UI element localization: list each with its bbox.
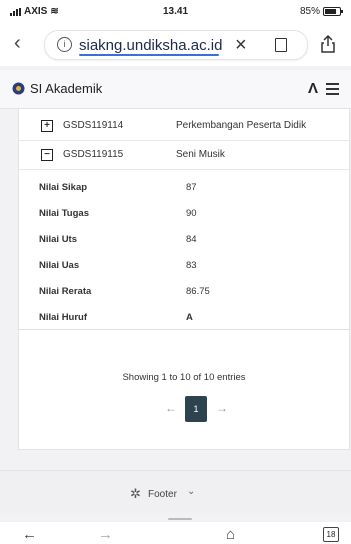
detail-value: 87 <box>186 182 197 193</box>
pagination: ← 1 → <box>19 396 349 422</box>
browser-toolbar: ← → ⌂ 18 <box>0 522 351 544</box>
course-row[interactable]: − GSDS119115 Seni Musik <box>19 140 349 170</box>
detail-label: Nilai Uas <box>39 260 80 271</box>
detail-value: A <box>186 312 193 323</box>
detail-label: Nilai Rerata <box>39 286 92 297</box>
page-1-button[interactable]: 1 <box>185 396 207 422</box>
battery-icon <box>323 7 343 16</box>
course-name: Perkembangan Peserta Didik <box>176 120 307 131</box>
detail-value: 90 <box>186 208 197 219</box>
prev-page-button[interactable]: ← <box>165 401 177 415</box>
detail-row: Nilai Uas 83 <box>19 253 349 279</box>
footer-settings-icon: ✲ <box>130 486 141 501</box>
footer-toggle[interactable]: ✲ Footer ⌄ <box>0 470 351 513</box>
clock: 13.41 <box>162 6 189 17</box>
app-logo-icon <box>12 82 25 95</box>
detail-label: Nilai Tugas <box>39 208 89 219</box>
collapse-icon[interactable]: − <box>41 149 53 161</box>
url-text[interactable]: siakng.undiksha.ac.id <box>79 37 222 54</box>
lambda-icon[interactable]: Λ <box>308 80 318 97</box>
share-icon[interactable] <box>318 34 338 54</box>
course-code: GSDS119115 <box>63 149 124 160</box>
info-icon[interactable]: i <box>57 37 72 52</box>
next-page-button[interactable]: → <box>216 401 228 415</box>
home-icon[interactable]: ⌂ <box>226 526 235 543</box>
course-name: Seni Musik <box>176 149 225 160</box>
course-grades-card: + GSDS119114 Perkembangan Peserta Didik … <box>18 108 350 450</box>
app-header: SI Akademik Λ <box>0 70 351 109</box>
detail-label: Nilai Huruf <box>39 312 88 323</box>
expand-icon[interactable]: + <box>41 120 53 132</box>
battery-indicator: 85% <box>299 6 343 17</box>
detail-label: Nilai Sikap <box>39 182 88 193</box>
clear-url-icon[interactable]: × <box>235 34 247 57</box>
app-title[interactable]: SI Akademik <box>30 81 102 96</box>
url-underline <box>79 54 219 56</box>
drag-handle[interactable] <box>168 518 192 520</box>
browser-address-bar: ‹ i siakng.undiksha.ac.id × <box>0 22 351 66</box>
menu-icon[interactable] <box>326 83 339 98</box>
course-row[interactable]: + GSDS119114 Perkembangan Peserta Didik <box>19 111 349 141</box>
grade-details: Nilai Sikap 87 Nilai Tugas 90 Nilai Uts … <box>19 169 349 330</box>
browser-back-icon[interactable]: ‹ <box>14 32 21 55</box>
course-code: GSDS119114 <box>63 120 124 131</box>
detail-row: Nilai Uts 84 <box>19 227 349 253</box>
status-bar: AXIS ≋ 13.41 85% <box>0 0 351 22</box>
detail-row: Nilai Huruf A <box>19 305 349 331</box>
detail-row: Nilai Tugas 90 <box>19 201 349 227</box>
detail-value: 83 <box>186 260 197 271</box>
back-arrow-icon[interactable]: ← <box>22 526 37 543</box>
chevron-down-icon[interactable]: ⌄ <box>187 486 195 497</box>
detail-row: Nilai Sikap 87 <box>19 175 349 201</box>
tabs-count-button[interactable]: 18 <box>323 527 339 542</box>
detail-value: 86.75 <box>186 286 210 297</box>
footer-label[interactable]: Footer <box>148 489 177 500</box>
forward-arrow-icon[interactable]: → <box>98 526 113 543</box>
bookmark-icon[interactable] <box>275 38 287 52</box>
detail-label: Nilai Uts <box>39 234 78 245</box>
detail-value: 84 <box>186 234 197 245</box>
battery-percent: 85% <box>299 6 320 17</box>
table-info: Showing 1 to 10 of 10 entries <box>122 372 246 383</box>
detail-row: Nilai Rerata 86.75 <box>19 279 349 305</box>
url-field[interactable]: i siakng.undiksha.ac.id × <box>44 30 308 60</box>
